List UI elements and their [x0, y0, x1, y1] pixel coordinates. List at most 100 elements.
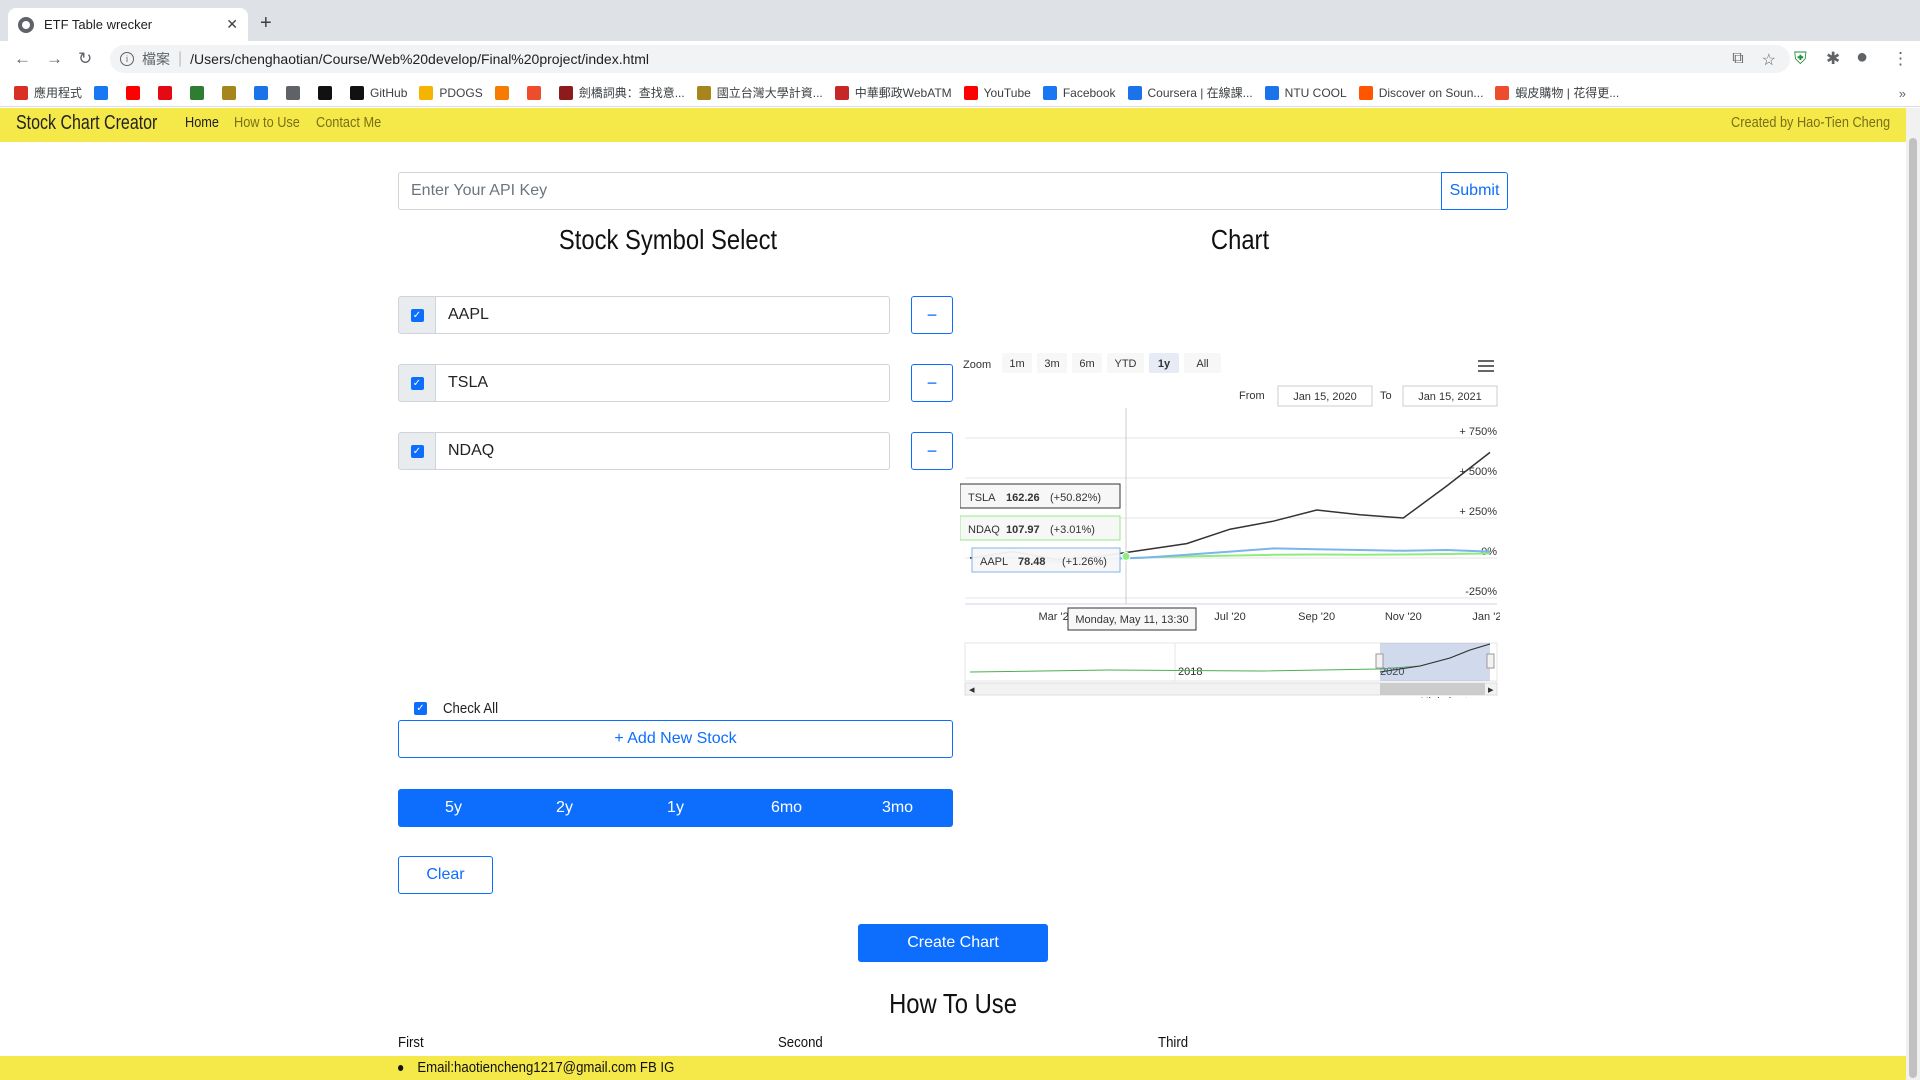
check-all-checkbox[interactable]: ✓	[414, 702, 427, 715]
stock-checkbox[interactable]: ✓	[398, 364, 436, 402]
chart-menu-icon	[1478, 370, 1494, 372]
stock-chart[interactable]: Zoom 1m 3m 6m YTD 1y All From Jan 15, 2020 To Jan …	[960, 298, 1500, 698]
bookmark-label: 蝦皮購物 | 花得更...	[1515, 86, 1620, 100]
brand-logo[interactable]: Stock Chart Creator	[16, 112, 157, 135]
stock-symbol-field[interactable]: NDAQ	[435, 432, 890, 470]
y-tick-label: + 250%	[1459, 506, 1497, 518]
profile-icon[interactable]: ●	[1856, 46, 1868, 69]
period-button-3mo[interactable]: 3mo	[842, 789, 953, 827]
scrollbar-thumb[interactable]	[1909, 138, 1917, 1078]
bookmark-item[interactable]	[494, 85, 515, 100]
nav-link-contact[interactable]: Contact Me	[316, 114, 381, 131]
bookmark-item[interactable]	[254, 85, 274, 100]
nav-link-home[interactable]: Home	[185, 114, 219, 131]
bookmark-item[interactable]: 應用程式	[14, 84, 82, 101]
address-bar[interactable]: i 檔案 | /Users/chenghaotian/Course/Web%20…	[110, 45, 1790, 73]
bookmark-item[interactable]: Facebook	[1042, 85, 1116, 100]
bookmark-label: PDOGS	[439, 85, 483, 100]
step-first: First	[398, 1034, 424, 1051]
remove-stock-button[interactable]: −	[911, 296, 953, 334]
bookmark-item[interactable]: GitHub	[350, 85, 407, 100]
bookmark-item[interactable]	[190, 85, 210, 100]
bookmark-item[interactable]: 中華郵政WebATM	[834, 84, 952, 101]
bookmark-item[interactable]: Discover on Soun...	[1358, 85, 1483, 100]
browser-tab[interactable]: ETF Table wrecker ✕	[8, 8, 248, 41]
bookmark-item[interactable]	[94, 85, 114, 100]
new-tab-button[interactable]: +	[260, 12, 272, 35]
period-button-6mo[interactable]: 6mo	[731, 789, 842, 827]
zoom-button-label[interactable]: YTD	[1115, 358, 1137, 370]
navigator-handle-left[interactable]	[1375, 653, 1384, 669]
chart-menu-icon	[1478, 365, 1494, 367]
navigator-handle-right[interactable]	[1486, 653, 1495, 669]
chart-scrollbar-thumb[interactable]	[1380, 683, 1485, 695]
page-scrollbar[interactable]	[1906, 108, 1920, 1080]
zoom-button-label[interactable]: 1m	[1009, 358, 1024, 370]
menu-dots-icon[interactable]: ⋮	[1892, 49, 1909, 69]
check-all-row[interactable]: ✓ Check All	[414, 700, 506, 717]
bookmark-item[interactable]	[318, 85, 338, 100]
scroll-right-icon: ▸	[1488, 684, 1494, 696]
check-all-label: Check All	[443, 700, 499, 717]
star-icon[interactable]: ☆	[1762, 50, 1776, 70]
bookmark-item[interactable]	[526, 85, 547, 100]
extensions-icon[interactable]: ✱	[1826, 49, 1840, 69]
url-text[interactable]: /Users/chenghaotian/Course/Web%20develop…	[190, 51, 649, 67]
chart-svg[interactable]: Zoom 1m 3m 6m YTD 1y All From Jan 15, 2020 To Jan …	[960, 298, 1500, 698]
info-icon[interactable]: i	[120, 52, 134, 66]
stock-symbol-field[interactable]: AAPL	[435, 296, 890, 334]
navigator-label: 2018	[1178, 666, 1202, 678]
bookmark-item[interactable]	[158, 85, 178, 100]
stock-symbol-field[interactable]: TSLA	[435, 364, 890, 402]
nav-link-how-to-use[interactable]: How to Use	[234, 114, 300, 131]
zoom-button-label[interactable]: 6m	[1079, 358, 1094, 370]
bookmark-item[interactable]: 蝦皮購物 | 花得更...	[1495, 84, 1619, 101]
bookmark-item[interactable]	[126, 85, 146, 100]
zoom-button-label[interactable]: 1y	[1158, 358, 1171, 370]
step-third: Third	[1158, 1034, 1189, 1051]
bookmark-item[interactable]	[222, 85, 242, 100]
zoom-button-label[interactable]: All	[1196, 358, 1208, 370]
period-button-2y[interactable]: 2y	[509, 789, 620, 827]
create-chart-button[interactable]: Create Chart	[858, 924, 1048, 962]
remove-stock-button[interactable]: −	[911, 432, 953, 470]
bookmark-item[interactable]: 國立台灣大學計資...	[696, 84, 823, 101]
bookmark-label: YouTube	[983, 85, 1031, 100]
scheme-label: 檔案	[142, 51, 170, 67]
zoom-button-label[interactable]: 3m	[1044, 358, 1059, 370]
tooltip-value: 107.97	[1006, 524, 1040, 536]
bookmark-item[interactable]: Coursera | 在線課...	[1127, 84, 1253, 101]
bookmarks-bar: 應用程式 GitHub PDOGS 劍橋詞典：查找意... 國立台灣大學計資... 中華郵…	[0, 79, 1920, 107]
remove-stock-button[interactable]: −	[911, 364, 953, 402]
omnibox-actions: ⧉ ☆	[1732, 50, 1776, 70]
bookmark-item[interactable]: YouTube	[963, 85, 1031, 100]
period-button-5y[interactable]: 5y	[398, 789, 509, 827]
shield-icon[interactable]: ⛨	[1794, 49, 1807, 69]
reload-icon[interactable]: ↻	[78, 49, 92, 69]
bookmark-favicon-icon	[1127, 85, 1142, 100]
range-to-value: Jan 15, 2021	[1418, 391, 1482, 403]
add-new-stock-button[interactable]: + Add New Stock	[398, 720, 953, 758]
bookmark-favicon-icon	[526, 85, 541, 100]
tab-title: ETF Table wrecker	[44, 17, 153, 32]
submit-button[interactable]: Submit	[1441, 172, 1508, 210]
bookmark-item[interactable]: PDOGS	[419, 85, 483, 100]
back-icon[interactable]: ←	[14, 49, 31, 69]
stock-checkbox[interactable]: ✓	[398, 432, 436, 470]
chart-title: Chart	[1210, 224, 1270, 255]
close-icon[interactable]: ✕	[226, 16, 238, 33]
checkmark-icon: ✓	[410, 444, 424, 458]
period-button-1y[interactable]: 1y	[620, 789, 731, 827]
highcharts-credits: Highcharts.com	[1421, 696, 1497, 698]
bookmark-item[interactable]	[286, 85, 306, 100]
forward-icon[interactable]: →	[46, 49, 63, 69]
bookmark-item[interactable]: NTU COOL	[1264, 85, 1347, 100]
bookmark-item[interactable]: 劍橋詞典：查找意...	[558, 84, 685, 101]
api-key-input[interactable]	[398, 172, 1442, 210]
bookmarks-overflow-icon[interactable]: »	[1899, 86, 1906, 101]
y-tick-label: + 750%	[1459, 426, 1497, 438]
translate-icon[interactable]: ⧉	[1732, 50, 1743, 70]
period-button-group: 5y 2y 1y 6mo 3mo	[398, 789, 953, 827]
clear-button[interactable]: Clear	[398, 856, 493, 894]
stock-checkbox[interactable]: ✓	[398, 296, 436, 334]
